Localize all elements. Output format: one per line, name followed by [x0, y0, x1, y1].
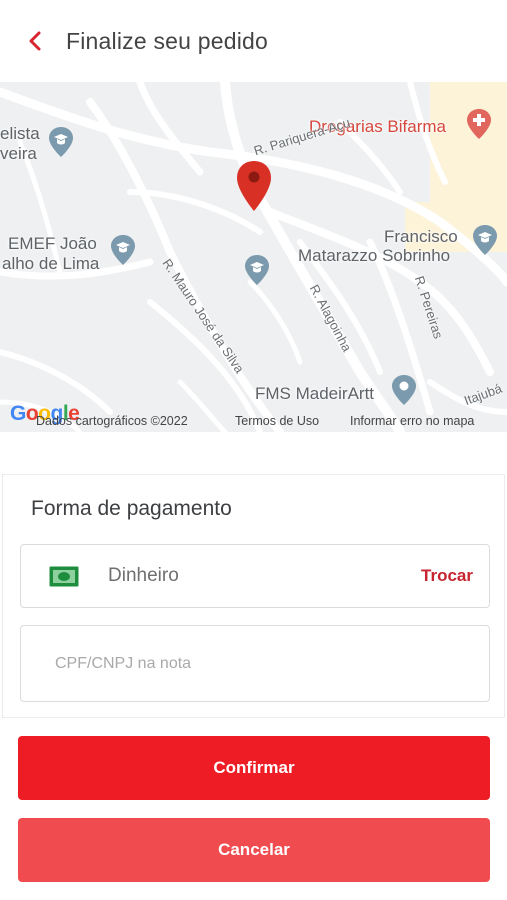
map-view[interactable]: elista veira EMEF João alho de Lima Drog… [0, 82, 507, 432]
pharmacy-icon [467, 109, 491, 139]
app-header: Finalize seu pedido [0, 0, 507, 82]
terms-link[interactable]: Termos de Uso [235, 414, 319, 428]
school-icon [473, 225, 497, 255]
map-label: Matarazzo Sobrinho [298, 246, 451, 265]
payment-method-name: Dinheiro [108, 565, 179, 586]
payment-title: Forma de pagamento [31, 497, 232, 520]
school-icon [111, 235, 135, 265]
map-label: FMS MadeirArtt [255, 384, 375, 403]
school-icon [49, 127, 73, 157]
map-attribution: Dados cartográficos ©2022 Termos de Uso … [0, 410, 507, 432]
map-label: alho de Lima [2, 254, 100, 273]
payment-card: Forma de pagamento Dinheiro Trocar [2, 474, 505, 718]
location-pin-icon [237, 161, 271, 211]
map-label: veira [0, 144, 37, 163]
map-data-credit: Dados cartográficos ©2022 [36, 414, 188, 428]
chevron-left-icon [29, 31, 41, 51]
change-payment-button[interactable]: Trocar [421, 566, 473, 586]
confirm-button[interactable]: Confirmar [18, 736, 490, 800]
map-label: EMEF João [8, 234, 97, 253]
cash-icon [49, 566, 79, 587]
page-title: Finalize seu pedido [66, 28, 268, 54]
back-button[interactable] [22, 28, 48, 54]
map-label: elista [0, 124, 40, 143]
cancel-button[interactable]: Cancelar [18, 818, 490, 882]
payment-method-box: Dinheiro Trocar [20, 544, 490, 608]
cpf-input[interactable] [20, 625, 490, 702]
report-error-link[interactable]: Informar erro no mapa [350, 414, 474, 428]
hospital-icon [392, 375, 416, 405]
school-icon [245, 255, 269, 285]
map-label: Francisco [384, 227, 458, 246]
